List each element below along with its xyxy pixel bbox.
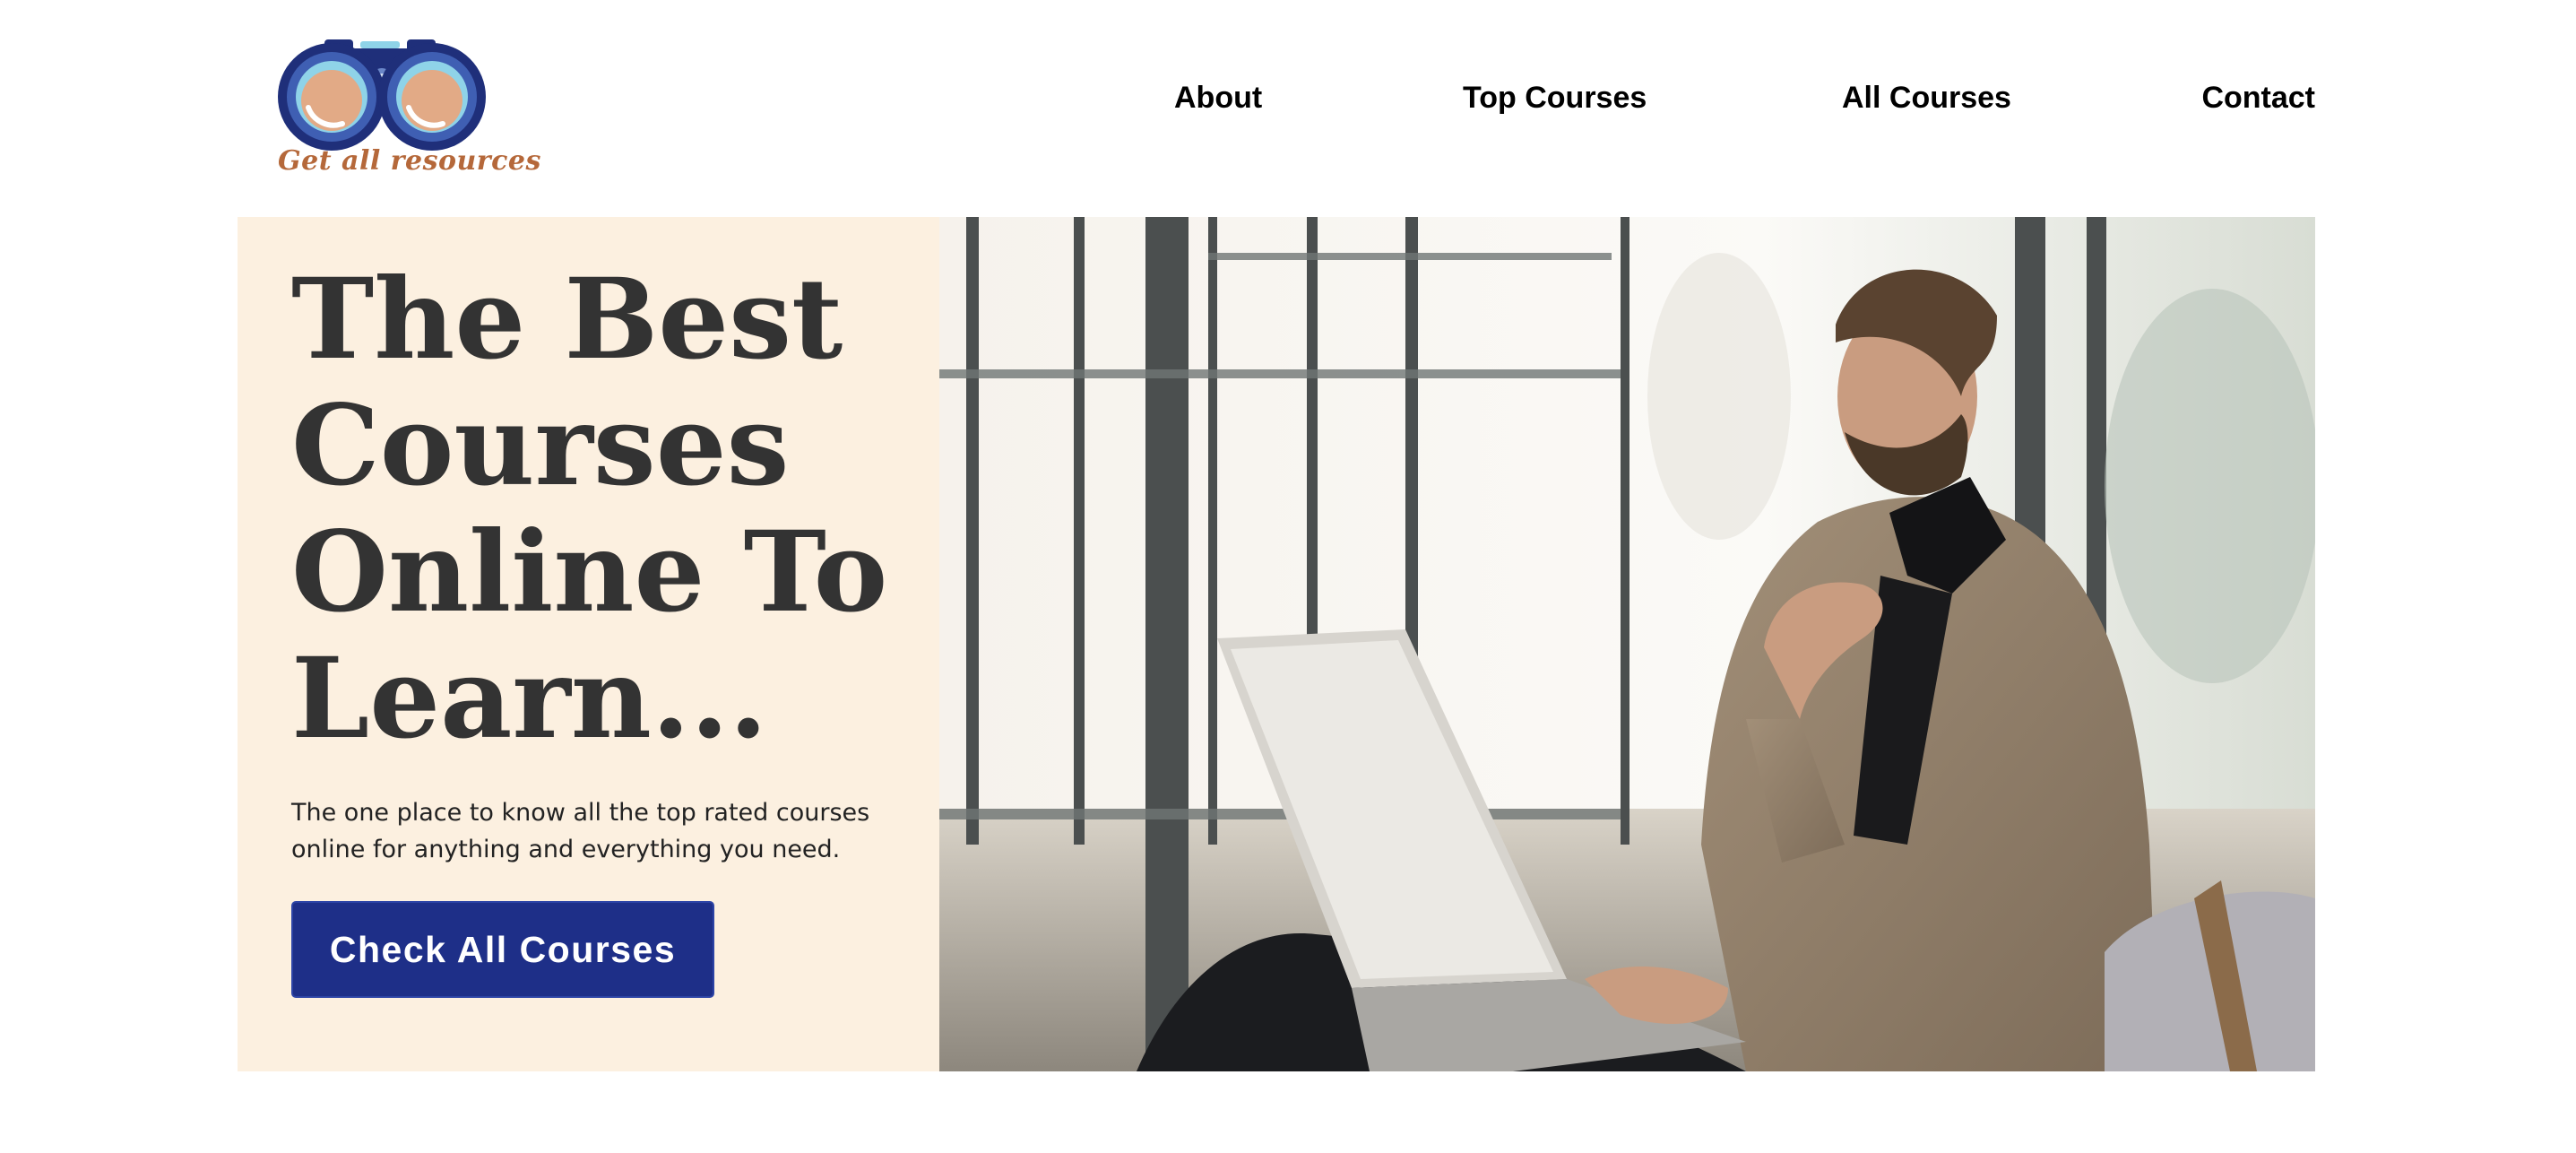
- nav-top-courses-link[interactable]: Top Courses: [1463, 81, 1647, 116]
- binoculars-icon: [278, 39, 486, 151]
- nav-contact-link[interactable]: Contact: [2201, 81, 2315, 116]
- hero-text-panel: The Best Courses Online To Learn... The …: [238, 217, 939, 1071]
- hero-section: The Best Courses Online To Learn... The …: [238, 217, 2315, 1071]
- logo-tagline: Get all resources: [278, 145, 541, 177]
- check-all-courses-button[interactable]: Check All Courses: [291, 901, 714, 998]
- nav-about-link[interactable]: About: [1174, 81, 1262, 116]
- hero-subtitle: The one place to know all the top rated …: [291, 799, 870, 863]
- site-logo[interactable]: Get all resources: [262, 36, 540, 186]
- hero-title: The Best Courses Online To Learn...: [291, 255, 888, 764]
- man-with-laptop-image: [939, 217, 2315, 1071]
- nav-all-courses-link[interactable]: All Courses: [1842, 81, 2011, 116]
- hero-photo: [939, 217, 2315, 1071]
